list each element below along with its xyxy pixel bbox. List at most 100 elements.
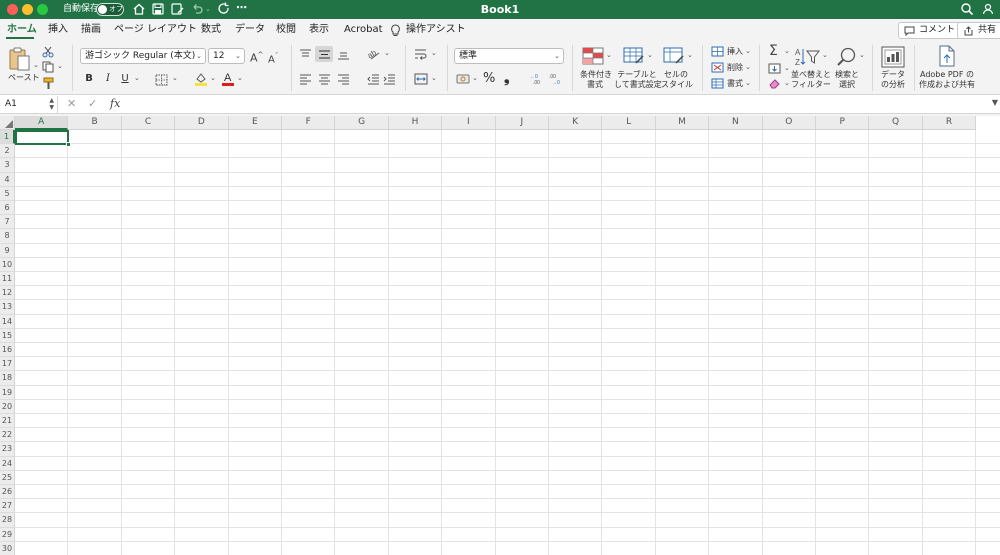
column-header-I[interactable]: I [442, 116, 496, 130]
row-header-29[interactable]: 29 [0, 527, 15, 542]
tab-data[interactable]: データ [235, 23, 265, 37]
delete-cells-dropdown-icon[interactable]: ⌄ [745, 63, 751, 71]
row-header-22[interactable]: 22 [0, 428, 15, 443]
expand-formula-bar-icon[interactable]: ▼ [992, 98, 998, 107]
sort-filter-icon[interactable]: AZ [795, 47, 821, 67]
row-header-4[interactable]: 4 [0, 172, 15, 187]
column-header-J[interactable]: J [495, 116, 549, 130]
column-header-Q[interactable]: Q [869, 116, 923, 130]
accounting-format-icon[interactable] [456, 73, 470, 85]
column-header-E[interactable]: E [228, 116, 282, 130]
maximize-window-button[interactable] [37, 4, 48, 15]
column-header-F[interactable]: F [282, 116, 336, 130]
cell-styles-icon[interactable] [663, 47, 685, 65]
undo-icon[interactable] [189, 1, 205, 17]
row-header-30[interactable]: 30 [0, 541, 15, 555]
save-as-icon[interactable] [169, 1, 185, 17]
merge-center-dropdown-icon[interactable]: ⌄ [431, 74, 437, 82]
tab-acrobat[interactable]: Acrobat [344, 23, 383, 37]
row-header-19[interactable]: 19 [0, 385, 15, 400]
find-select-icon[interactable] [836, 46, 858, 68]
active-cell-a1[interactable] [15, 130, 72, 148]
conditional-formatting-icon[interactable] [582, 47, 604, 65]
wrap-text-icon[interactable] [414, 48, 428, 60]
row-header-10[interactable]: 10 [0, 257, 15, 272]
autosave-toggle[interactable]: オフ [96, 3, 124, 16]
tab-review[interactable]: 校閲 [276, 23, 296, 37]
merge-center-icon[interactable] [414, 73, 428, 85]
column-header-R[interactable]: R [922, 116, 977, 130]
adobe-pdf-icon[interactable] [937, 45, 957, 67]
autosum-icon[interactable]: Σ [769, 43, 778, 59]
fill-dropdown-icon[interactable]: ⌄ [784, 64, 790, 72]
column-header-O[interactable]: O [762, 116, 816, 130]
align-middle-button[interactable] [315, 46, 333, 62]
wrap-text-dropdown-icon[interactable]: ⌄ [431, 49, 437, 57]
fill-handle[interactable] [66, 142, 72, 148]
worksheet-grid[interactable]: A B C D E F G H I J K L M N O P Q R 1 2 3 4 5 6 7 8 9 10 11 12 13 14 15 1… [0, 116, 1000, 555]
format-painter-icon[interactable] [42, 77, 55, 90]
decrease-indent-icon[interactable] [367, 74, 380, 85]
row-header-3[interactable]: 3 [0, 158, 15, 173]
tab-view[interactable]: 表示 [309, 23, 329, 37]
comment-button[interactable]: コメント [898, 22, 963, 39]
percent-style-button[interactable]: % [483, 71, 495, 87]
confirm-formula-icon[interactable]: ✓ [88, 96, 97, 112]
column-header-P[interactable]: P [816, 116, 870, 130]
paste-icon[interactable] [8, 46, 32, 72]
copy-dropdown-icon[interactable]: ⌄ [57, 62, 63, 70]
name-box[interactable]: A1 ▲ ▼ [0, 96, 58, 113]
column-header-K[interactable]: K [549, 116, 603, 130]
more-icon[interactable]: ⋯ [236, 1, 252, 17]
align-bottom-icon[interactable] [337, 49, 350, 60]
row-header-24[interactable]: 24 [0, 456, 15, 471]
row-header-21[interactable]: 21 [0, 414, 15, 429]
decrease-font-size-icon[interactable]: Aˇ [268, 49, 278, 67]
row-header-12[interactable]: 12 [0, 286, 15, 301]
fill-color-icon[interactable] [194, 71, 208, 86]
select-all-button[interactable] [0, 116, 15, 130]
analyze-data-icon[interactable] [881, 46, 905, 68]
delete-cells-label[interactable]: 削除 [727, 62, 743, 74]
row-header-28[interactable]: 28 [0, 513, 15, 528]
insert-cells-label[interactable]: 挿入 [727, 46, 743, 58]
accounting-dropdown-icon[interactable]: ⌄ [472, 74, 478, 82]
column-header-N[interactable]: N [709, 116, 763, 130]
find-select-dropdown-icon[interactable]: ⌄ [859, 51, 865, 59]
cell-styles-dropdown-icon[interactable]: ⌄ [687, 51, 693, 59]
row-header-11[interactable]: 11 [0, 272, 15, 287]
home-icon[interactable] [131, 1, 147, 17]
account-icon[interactable] [980, 1, 996, 17]
comma-style-button[interactable]: ❟ [504, 70, 510, 86]
borders-dropdown-icon[interactable]: ⌄ [172, 74, 178, 82]
align-right-icon[interactable] [337, 74, 350, 85]
increase-font-size-icon[interactable]: A^ [250, 48, 263, 66]
format-cells-label[interactable]: 書式 [727, 78, 743, 90]
decrease-decimal-icon[interactable]: .00→0 [549, 73, 564, 85]
column-header-G[interactable]: G [335, 116, 389, 130]
row-header-5[interactable]: 5 [0, 186, 15, 201]
row-header-13[interactable]: 13 [0, 300, 15, 315]
column-header-D[interactable]: D [175, 116, 229, 130]
save-icon[interactable] [150, 1, 166, 17]
row-header-9[interactable]: 9 [0, 243, 15, 258]
font-color-icon[interactable]: A [222, 71, 234, 86]
copy-icon[interactable] [42, 61, 55, 73]
autosum-dropdown-icon[interactable]: ⌄ [784, 47, 790, 55]
number-format-select[interactable]: 標準 ⌄ [454, 48, 564, 64]
cut-icon[interactable] [42, 46, 54, 58]
row-header-7[interactable]: 7 [0, 215, 15, 230]
row-header-18[interactable]: 18 [0, 371, 15, 386]
sort-filter-dropdown-icon[interactable]: ⌄ [822, 51, 828, 59]
column-header-H[interactable]: H [388, 116, 443, 130]
column-header-C[interactable]: C [121, 116, 176, 130]
delete-cells-icon[interactable] [711, 62, 724, 73]
borders-icon[interactable] [155, 74, 168, 86]
orientation-dropdown-icon[interactable]: ⌄ [384, 49, 390, 57]
orientation-icon[interactable]: ab [367, 47, 381, 60]
font-color-dropdown-icon[interactable]: ⌄ [237, 74, 243, 82]
tab-formulas[interactable]: 数式 [201, 23, 221, 37]
font-size-select[interactable]: 12 ⌄ [208, 48, 245, 64]
row-header-25[interactable]: 25 [0, 470, 15, 485]
row-header-6[interactable]: 6 [0, 201, 15, 216]
